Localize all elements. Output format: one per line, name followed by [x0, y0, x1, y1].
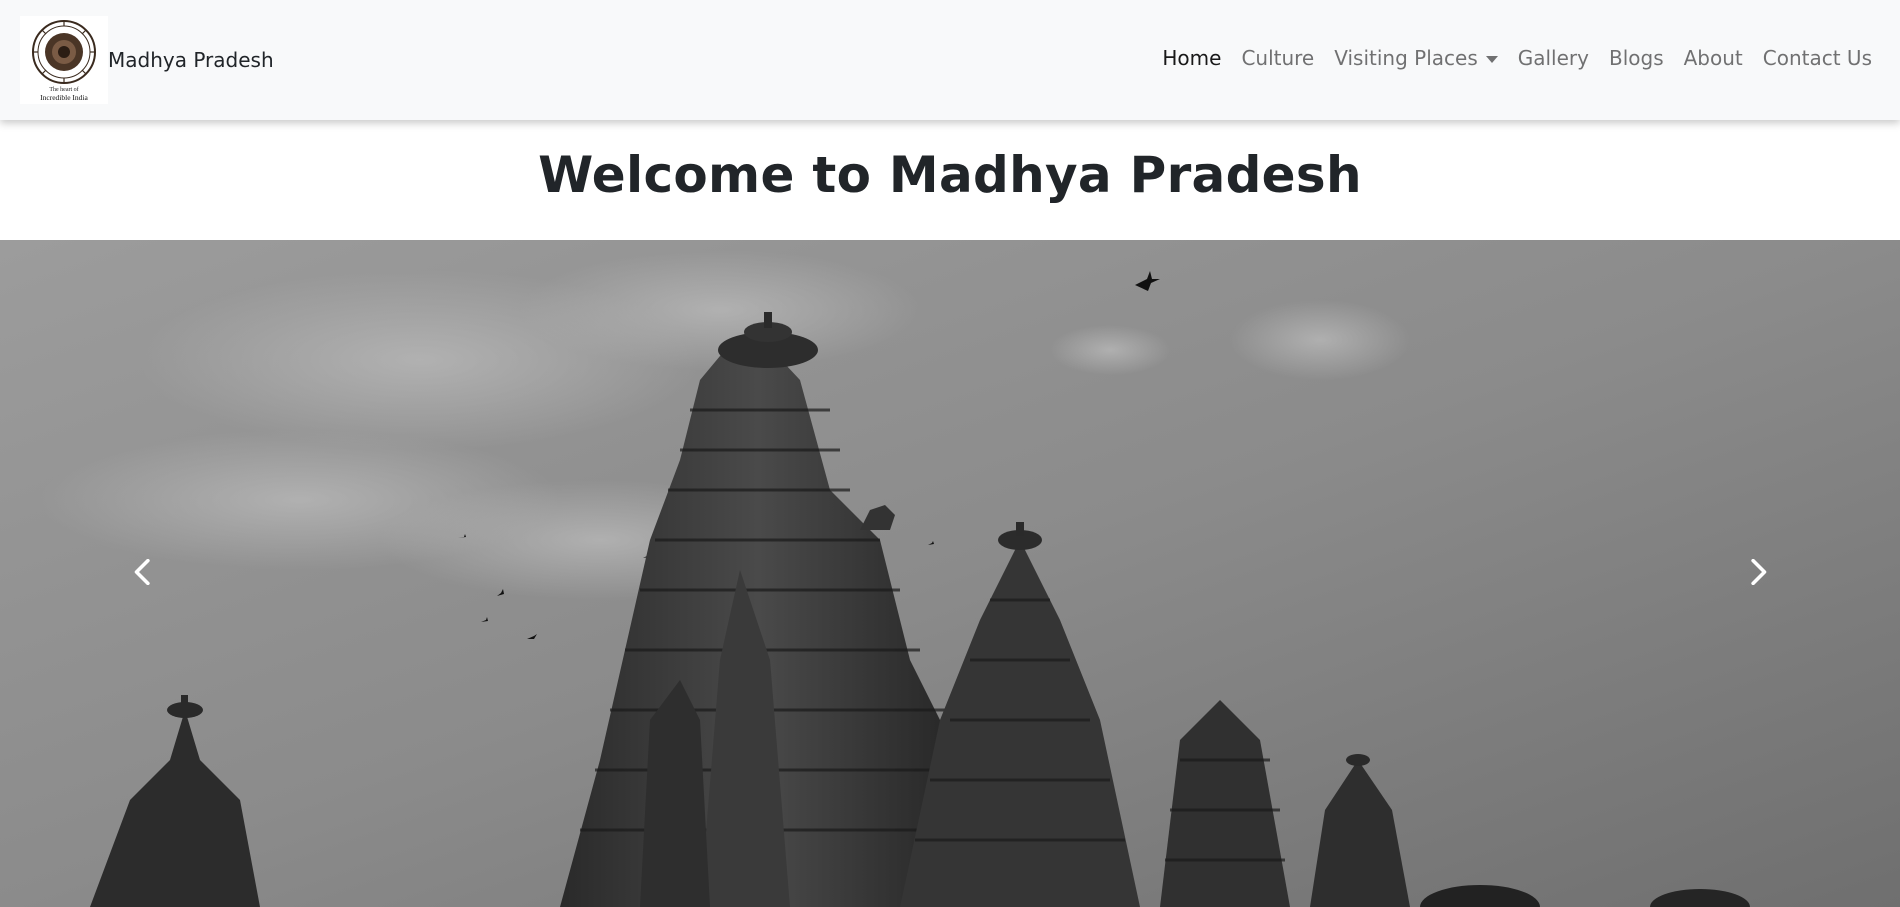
madhya-pradesh-logo: The heart of Incredible India [20, 16, 108, 104]
nav-link-blogs[interactable]: Blogs [1599, 46, 1674, 70]
brand-name: Madhya Pradesh [108, 48, 274, 72]
chevron-left-icon [134, 558, 150, 585]
carousel-next-button[interactable] [1615, 240, 1900, 907]
carousel-prev-button[interactable] [0, 240, 285, 907]
nav-link-about[interactable]: About [1674, 46, 1753, 70]
image-carousel [0, 240, 1900, 907]
logo-tagline-1: The heart of [49, 86, 78, 93]
nav-menu: Home Culture Visiting Places Gallery Blo… [1152, 46, 1882, 70]
nav-link-home[interactable]: Home [1152, 46, 1231, 70]
nav-link-contact-us[interactable]: Contact Us [1753, 46, 1882, 70]
caret-down-icon [1485, 55, 1498, 63]
nav-link-culture[interactable]: Culture [1231, 46, 1324, 70]
nav-link-visiting-places[interactable]: Visiting Places [1324, 46, 1508, 70]
nav-link-gallery[interactable]: Gallery [1508, 46, 1599, 70]
logo-tagline-2: Incredible India [40, 93, 88, 102]
navbar: The heart of Incredible India Madhya Pra… [0, 0, 1900, 120]
brand-link[interactable]: The heart of Incredible India Madhya Pra… [20, 16, 274, 104]
chevron-right-icon [1750, 558, 1766, 585]
page-title: Welcome to Madhya Pradesh [538, 146, 1362, 204]
